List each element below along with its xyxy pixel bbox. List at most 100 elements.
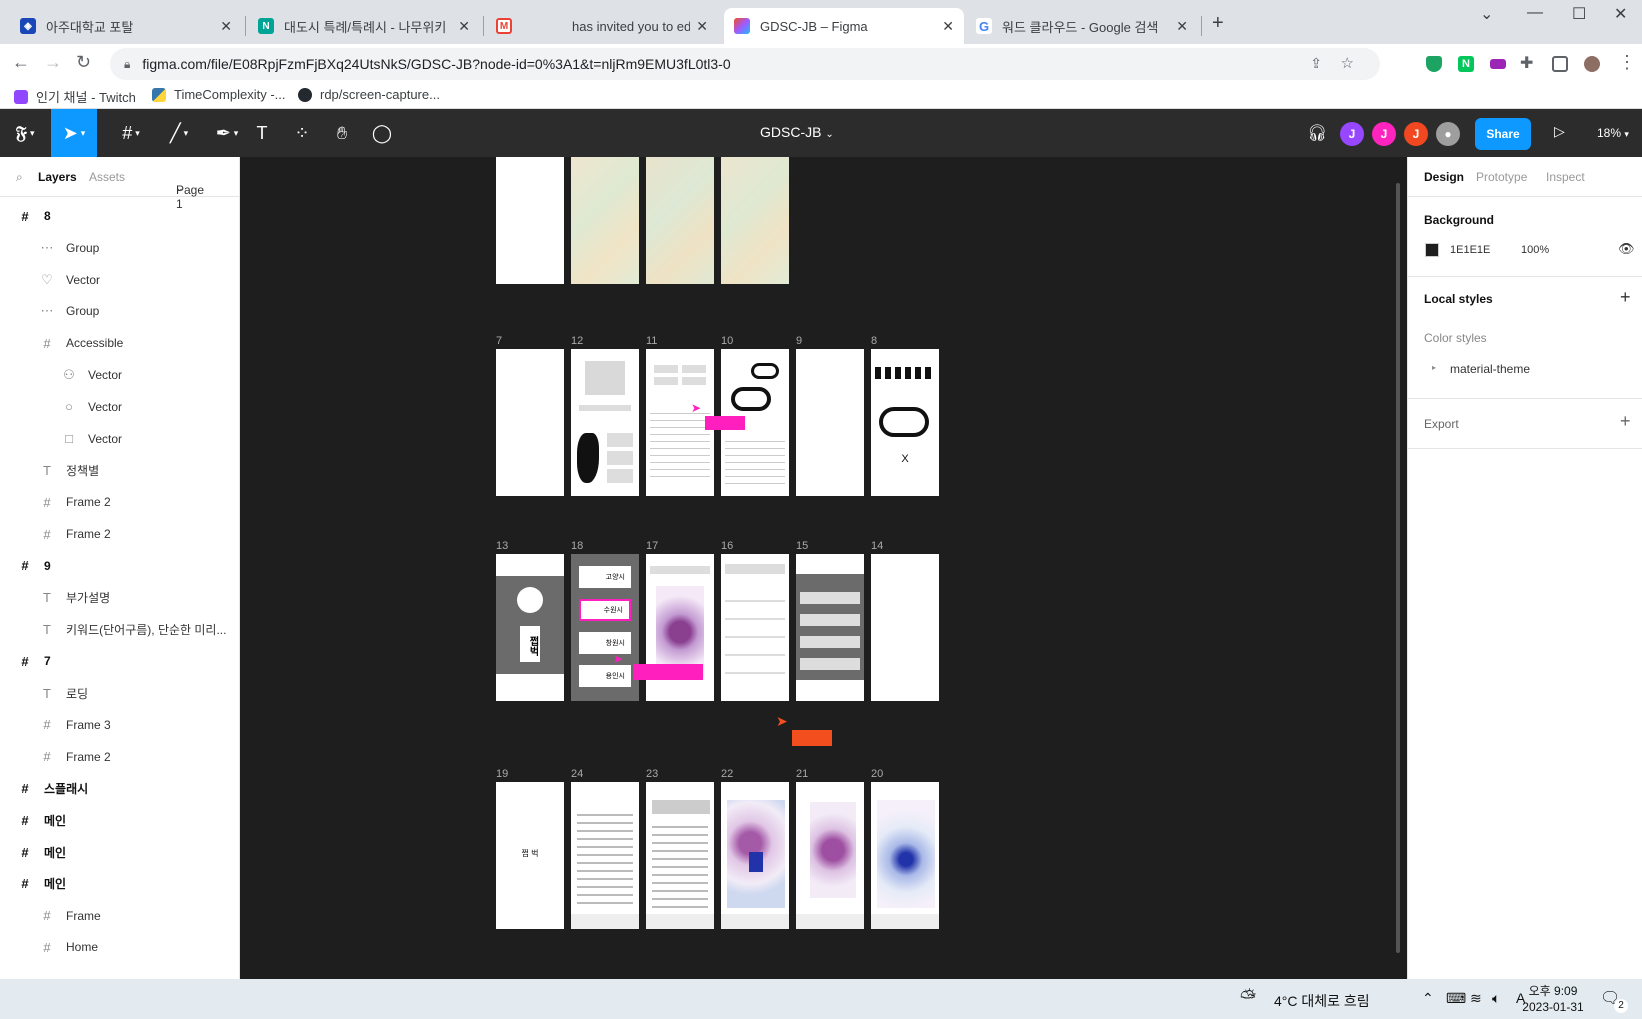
layer-row[interactable]: ⋯ Group: [0, 296, 240, 326]
chrome-menu-icon[interactable]: ⋮: [1618, 52, 1636, 73]
frame-name-label[interactable]: 22: [721, 768, 733, 780]
close-tab-icon[interactable]: ✕: [458, 18, 470, 35]
share-button[interactable]: Share: [1475, 118, 1531, 150]
layer-row[interactable]: T 키워드(단어구름), 단순한 미리...: [0, 614, 240, 644]
browser-tab-active[interactable]: GDSC-JB – Figma ✕: [724, 8, 964, 44]
frame-24[interactable]: [571, 782, 639, 929]
chevron-right-icon[interactable]: ▸: [1432, 363, 1436, 372]
eye-icon[interactable]: 👁︎: [1618, 241, 1635, 257]
close-tab-icon[interactable]: ✕: [1176, 18, 1188, 35]
layer-row[interactable]: # Frame 2: [0, 742, 240, 772]
clock-date[interactable]: 2023-01-31: [1515, 1000, 1591, 1014]
layer-row[interactable]: T 부가설명: [0, 583, 240, 613]
move-tool-button[interactable]: ➤ ▾: [51, 109, 97, 157]
text-tool-button[interactable]: T: [242, 109, 282, 157]
add-export-icon[interactable]: +: [1620, 411, 1631, 432]
bookmark-star-icon[interactable]: ☆: [1341, 54, 1354, 72]
frame-name-label[interactable]: 10: [721, 335, 733, 347]
frame-23[interactable]: [646, 782, 714, 929]
resources-button[interactable]: ⁘: [282, 109, 322, 157]
frame-name-label[interactable]: 12: [571, 335, 583, 347]
reload-icon[interactable]: ↻: [76, 52, 91, 73]
frame-name-label[interactable]: 18: [571, 540, 583, 552]
frame-name-label[interactable]: 8: [871, 335, 877, 347]
frame-map[interactable]: [646, 157, 714, 284]
weather-cloud-sun-icon[interactable]: ⛅︎: [1240, 987, 1256, 1010]
collaborator-avatar[interactable]: J: [1404, 122, 1428, 146]
layer-row[interactable]: #9: [0, 551, 240, 581]
layer-row[interactable]: # Frame 2: [0, 519, 240, 549]
frame-21[interactable]: [796, 782, 864, 929]
network-icon[interactable]: ⌨︎: [1446, 990, 1466, 1007]
bookmark-timecomplexity[interactable]: TimeComplexity -...: [152, 87, 285, 102]
purple-extension-icon[interactable]: [1490, 59, 1506, 69]
frame-13[interactable]: 쩝벅: [496, 554, 564, 701]
layer-row[interactable]: # Frame: [0, 901, 240, 931]
frame-7[interactable]: [496, 349, 564, 496]
layer-row[interactable]: # 메인: [0, 869, 240, 899]
new-tab-icon[interactable]: +: [1212, 12, 1224, 35]
background-swatch[interactable]: [1425, 243, 1439, 257]
collaborator-avatar[interactable]: J: [1340, 122, 1364, 146]
close-tab-icon[interactable]: ✕: [942, 18, 954, 35]
tab-design[interactable]: Design: [1424, 170, 1464, 184]
minimize-icon[interactable]: —: [1527, 4, 1543, 22]
shape-tool-button[interactable]: ╱ ▾: [156, 109, 202, 157]
close-tab-icon[interactable]: ✕: [220, 18, 232, 35]
frame-map[interactable]: [721, 157, 789, 284]
browser-tab[interactable]: ◈ 아주대학교 포탈 ✕: [10, 8, 242, 44]
forward-icon[interactable]: →: [44, 52, 62, 73]
layer-row[interactable]: # Frame 2: [0, 487, 240, 517]
frame-16[interactable]: [721, 554, 789, 701]
browser-tab[interactable]: G 워드 클라우드 - Google 검색 ✕: [966, 8, 1198, 44]
frame-name-label[interactable]: 13: [496, 540, 508, 552]
profile-avatar[interactable]: [1584, 56, 1600, 72]
bookmark-twitch[interactable]: 인기 채널 - Twitch: [14, 87, 136, 106]
frame-9[interactable]: [796, 349, 864, 496]
layer-row[interactable]: T 로딩: [0, 678, 240, 708]
frame-name-label[interactable]: 19: [496, 768, 508, 780]
frame-18[interactable]: 고양시 수원시 창원시 용인시: [571, 554, 639, 701]
frame-tool-button[interactable]: # ▾: [108, 109, 154, 157]
frame-8[interactable]: X: [871, 349, 939, 496]
main-menu-button[interactable]: 𝔉 ▾: [2, 109, 48, 157]
comment-tool-button[interactable]: ◯: [362, 109, 402, 157]
figma-canvas[interactable]: 7 12 11 10 9 8 X ➤ 13 18 17 16 15 14 쩝벅 고양시 수원시 창원시 용…: [240, 157, 1407, 963]
background-hex-input[interactable]: 1E1E1E: [1450, 244, 1490, 256]
layer-row[interactable]: ♡ Vector: [0, 265, 240, 295]
layer-row[interactable]: # 메인: [0, 837, 240, 867]
shield-extension-icon[interactable]: [1426, 56, 1442, 72]
color-style-item[interactable]: material-theme: [1450, 362, 1530, 376]
naver-extension-icon[interactable]: N: [1458, 56, 1474, 72]
layer-row[interactable]: # 스플래시: [0, 773, 240, 803]
layer-row[interactable]: T 정책별: [0, 455, 240, 485]
frame-20[interactable]: [871, 782, 939, 929]
side-panel-icon[interactable]: [1552, 56, 1568, 72]
zoom-dropdown[interactable]: 18% ▾: [1597, 126, 1629, 140]
tab-layers[interactable]: Layers: [38, 170, 77, 184]
bookmark-github[interactable]: rdp/screen-capture...: [298, 87, 440, 102]
share-page-icon[interactable]: ⇪: [1310, 55, 1322, 72]
layer-row[interactable]: # Frame 3: [0, 710, 240, 740]
layer-row[interactable]: # 메인: [0, 805, 240, 835]
add-style-icon[interactable]: +: [1620, 287, 1631, 308]
frame-22[interactable]: [721, 782, 789, 929]
frame-11[interactable]: [646, 349, 714, 496]
address-bar[interactable]: 🔒︎ figma.com/file/E08RpjFzmFjBXq24UtsNkS…: [110, 48, 1380, 80]
frame-12[interactable]: [571, 349, 639, 496]
layer-row[interactable]: ⚇ Vector: [0, 360, 240, 390]
frame-name-label[interactable]: 9: [796, 335, 802, 347]
frame-19[interactable]: 쩝 벅: [496, 782, 564, 929]
layer-row[interactable]: # Home: [0, 932, 240, 962]
maximize-icon[interactable]: ☐: [1572, 4, 1586, 24]
audio-headphones-icon[interactable]: 🎧︎: [1307, 123, 1327, 143]
browser-tab[interactable]: M has invited you to edit t ✕: [486, 8, 718, 44]
chevron-up-icon[interactable]: ⌃: [1422, 990, 1434, 1007]
tab-assets[interactable]: Assets: [89, 170, 125, 184]
frame-name-label[interactable]: 7: [496, 335, 502, 347]
layer-row[interactable]: # Accessible: [0, 328, 240, 358]
frame-14[interactable]: [871, 554, 939, 701]
frame-name-label[interactable]: 15: [796, 540, 808, 552]
frame-name-label[interactable]: 17: [646, 540, 658, 552]
hand-tool-button[interactable]: ✋︎: [322, 109, 362, 157]
